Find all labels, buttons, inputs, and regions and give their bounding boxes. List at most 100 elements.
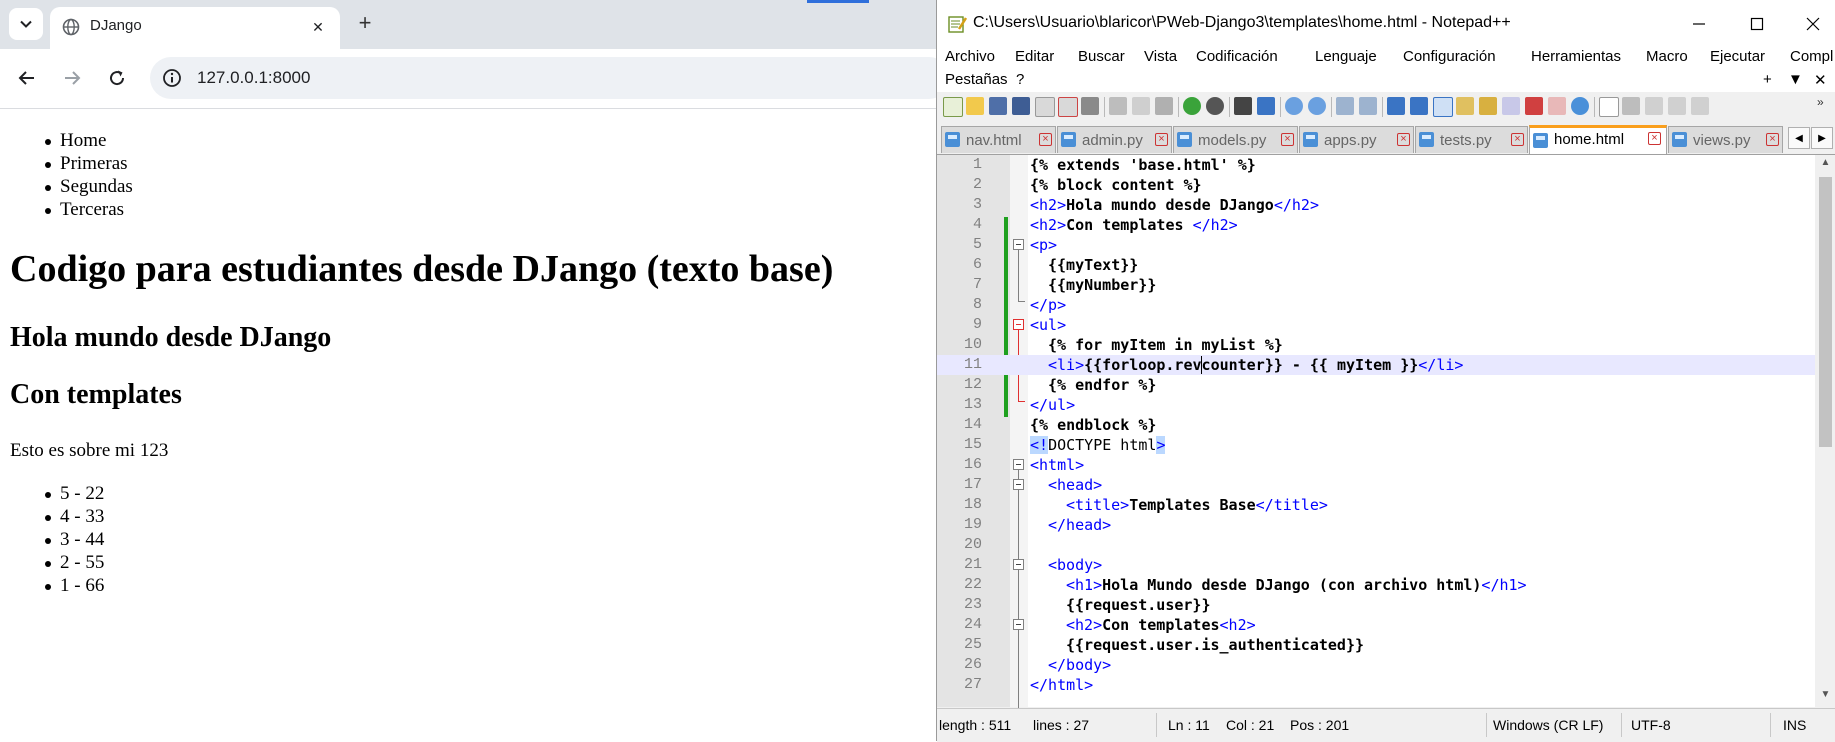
- scrollbar-thumb[interactable]: [1819, 177, 1832, 447]
- close-tab-icon[interactable]: ×: [1281, 133, 1294, 146]
- reload-icon: [110, 70, 125, 86]
- menu-ejecutar[interactable]: Ejecutar: [1710, 48, 1765, 65]
- tab-list-icon[interactable]: ▼: [1788, 71, 1803, 88]
- menu-editar[interactable]: Editar: [1015, 48, 1054, 65]
- minimize-button[interactable]: [1676, 8, 1722, 40]
- doc-list-icon[interactable]: [1502, 97, 1520, 115]
- tab-scroll-left-icon[interactable]: ◀: [1788, 127, 1810, 149]
- print-icon[interactable]: [1081, 97, 1099, 115]
- line-number: 10: [963, 336, 982, 353]
- undo-icon[interactable]: [1183, 97, 1201, 115]
- close-all-icon[interactable]: [1058, 97, 1078, 117]
- file-tab-views[interactable]: views.py ×: [1668, 126, 1783, 153]
- record-macro-icon[interactable]: [1599, 97, 1619, 117]
- file-tab-admin[interactable]: admin.py ×: [1057, 126, 1172, 153]
- code-line: 3 <h2>Hola mundo desde DJango</h2>: [937, 195, 1815, 215]
- monitoring-icon[interactable]: [1571, 97, 1589, 115]
- add-tab-icon[interactable]: +: [1763, 71, 1772, 88]
- tab-search-button[interactable]: [9, 8, 43, 40]
- menu-codificacion[interactable]: Codificación: [1196, 48, 1278, 65]
- tab-scroll-right-icon[interactable]: ▶: [1811, 127, 1833, 149]
- menu-buscar[interactable]: Buscar: [1078, 48, 1125, 65]
- doc-map-icon[interactable]: [1479, 97, 1497, 115]
- menu-archivo[interactable]: Archivo: [945, 48, 995, 65]
- file-tab-apps[interactable]: apps.py ×: [1299, 126, 1414, 153]
- close-tab-icon[interactable]: ×: [1766, 133, 1779, 146]
- menu-herramientas[interactable]: Herramientas: [1531, 48, 1621, 65]
- paste-icon[interactable]: [1155, 97, 1173, 115]
- globe-icon: [62, 18, 80, 36]
- url-text[interactable]: 127.0.0.1:8000: [197, 68, 310, 88]
- file-tab-nav[interactable]: nav.html ×: [941, 126, 1056, 153]
- menu-pestanas[interactable]: Pestañas: [945, 71, 1008, 88]
- redo-icon[interactable]: [1206, 97, 1224, 115]
- new-file-icon[interactable]: [943, 97, 963, 117]
- scroll-up-icon[interactable]: ▲: [1815, 157, 1835, 173]
- function-list-icon[interactable]: [1525, 97, 1543, 115]
- save-all-icon[interactable]: [1012, 97, 1030, 115]
- menu-help[interactable]: ?: [1016, 71, 1024, 88]
- back-button[interactable]: [12, 63, 42, 93]
- maximize-button[interactable]: [1734, 8, 1780, 40]
- menu-lenguaje[interactable]: Lenguaje: [1315, 48, 1377, 65]
- replace-icon[interactable]: [1257, 97, 1275, 115]
- vertical-scrollbar[interactable]: ▲ ▼: [1815, 155, 1835, 707]
- arrow-right-icon: [65, 71, 81, 85]
- file-tab-home[interactable]: home.html ×: [1529, 125, 1667, 154]
- close-tab-icon[interactable]: ×: [1397, 133, 1410, 146]
- forward-button[interactable]: [57, 63, 87, 93]
- browser-tab-django[interactable]: DJango ✕: [50, 7, 340, 49]
- zoom-out-icon[interactable]: [1308, 97, 1326, 115]
- code-tag: <li>: [1048, 356, 1085, 374]
- reload-button[interactable]: [102, 63, 132, 93]
- save-icon[interactable]: [989, 97, 1007, 115]
- word-wrap-icon[interactable]: [1387, 97, 1405, 115]
- status-insert-mode: INS: [1783, 717, 1807, 733]
- address-bar[interactable]: 127.0.0.1:8000: [150, 57, 950, 99]
- menu-macro[interactable]: Macro: [1646, 48, 1688, 65]
- play-macro-icon[interactable]: [1645, 97, 1663, 115]
- file-tab-models[interactable]: models.py ×: [1173, 126, 1298, 153]
- stop-macro-icon[interactable]: [1622, 97, 1640, 115]
- indent-guide-icon[interactable]: [1433, 97, 1453, 117]
- list-item: 2 - 55: [44, 552, 105, 573]
- close-tab-icon[interactable]: ×: [1155, 133, 1168, 146]
- status-separator: [1486, 713, 1487, 737]
- cut-icon[interactable]: [1109, 97, 1127, 115]
- code-tag: <h2>: [1030, 196, 1067, 214]
- run-macro-multiple-icon[interactable]: [1668, 97, 1686, 115]
- code-tag: </h1>: [1481, 576, 1527, 594]
- close-window-button[interactable]: [1790, 8, 1835, 40]
- close-document-icon[interactable]: ✕: [1814, 71, 1827, 89]
- code-editor[interactable]: 1 {% extends 'base.html' %} 2 {% block con…: [937, 155, 1835, 742]
- zoom-in-icon[interactable]: [1285, 97, 1303, 115]
- code-text: <h2>Con templates </h2>: [1030, 215, 1238, 235]
- scroll-down-icon[interactable]: ▼: [1815, 689, 1835, 705]
- close-tab-icon[interactable]: ✕: [308, 17, 328, 37]
- close-tab-icon[interactable]: ×: [1648, 132, 1661, 145]
- find-icon[interactable]: [1234, 97, 1252, 115]
- code-content: DOCTYPE html: [1048, 436, 1157, 454]
- sync-vertical-icon[interactable]: [1336, 97, 1354, 115]
- close-tab-icon[interactable]: ×: [1511, 133, 1524, 146]
- nav-item-home: Home: [45, 129, 133, 152]
- line-number: 11: [963, 356, 982, 373]
- close-tab-icon[interactable]: ×: [1039, 133, 1052, 146]
- file-icon: [1177, 132, 1192, 147]
- toolbar-overflow-icon[interactable]: »: [1817, 95, 1824, 109]
- open-file-icon[interactable]: [966, 97, 984, 115]
- copy-icon[interactable]: [1132, 97, 1150, 115]
- info-icon[interactable]: [162, 68, 182, 88]
- udl-icon[interactable]: [1456, 97, 1474, 115]
- new-tab-button[interactable]: +: [352, 10, 378, 36]
- show-all-chars-icon[interactable]: [1410, 97, 1428, 115]
- menu-complementos[interactable]: Complementos: [1790, 48, 1834, 65]
- folder-workspace-icon[interactable]: [1548, 97, 1566, 115]
- sync-horizontal-icon[interactable]: [1359, 97, 1377, 115]
- close-icon[interactable]: [1035, 97, 1055, 117]
- file-tab-tests[interactable]: tests.py ×: [1415, 126, 1528, 153]
- save-macro-icon[interactable]: [1691, 97, 1709, 115]
- menu-vista[interactable]: Vista: [1144, 48, 1177, 65]
- toolbar-separator: [1104, 97, 1105, 117]
- menu-configuracion[interactable]: Configuración: [1403, 48, 1496, 65]
